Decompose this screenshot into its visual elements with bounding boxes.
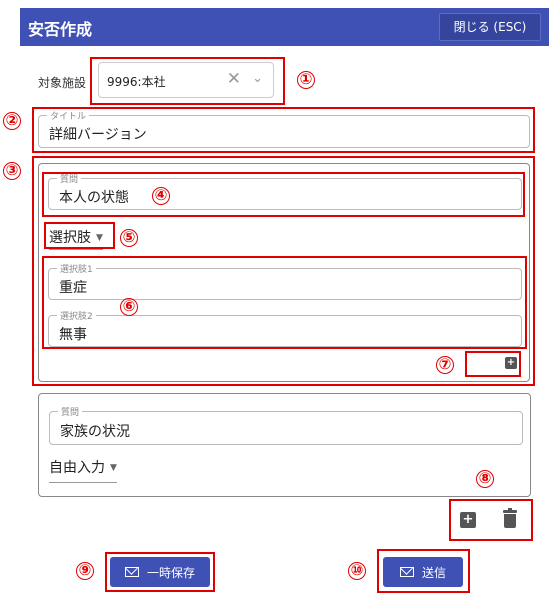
title-field-label: タイトル — [47, 109, 90, 122]
marker-box-6 — [42, 256, 527, 349]
marker-box-4 — [42, 172, 525, 217]
caret-down-icon: ▼ — [110, 463, 117, 473]
question-field-2[interactable]: 質問 家族の状況 — [49, 405, 523, 445]
delete-icon[interactable] — [503, 508, 517, 528]
marker-1: ① — [297, 71, 315, 89]
marker-6: ⑥ — [120, 298, 138, 316]
close-button[interactable]: 閉じる (ESC) — [439, 13, 541, 41]
add-question-icon[interactable]: + — [460, 512, 476, 528]
title-field[interactable]: タイトル 詳細バージョン — [38, 109, 530, 148]
marker-8: ⑧ — [476, 470, 494, 488]
marker-3: ③ — [3, 162, 21, 180]
temporary-save-label: 一時保存 — [146, 565, 195, 580]
send-button[interactable]: 送信 — [383, 557, 463, 587]
marker-box-7 — [465, 351, 521, 377]
marker-box-5 — [44, 222, 115, 249]
app-header: 安否作成 閉じる (ESC) — [20, 8, 549, 46]
answer-type-value: 自由入力 — [49, 460, 105, 476]
facility-label: 対象施設 — [38, 76, 87, 90]
marker-4: ④ — [152, 187, 170, 205]
title-field-value: 詳細バージョン — [49, 127, 147, 143]
marker-10: ⑩ — [348, 562, 366, 580]
temporary-save-button[interactable]: 一時保存 — [110, 557, 210, 587]
page-title: 安否作成 — [28, 20, 93, 39]
answer-type-select-2[interactable]: 自由入力 ▼ — [49, 457, 117, 483]
mail-icon — [399, 567, 414, 577]
question-card-2: 質問 家族の状況 自由入力 ▼ — [38, 393, 531, 497]
question-field-value: 家族の状況 — [60, 424, 130, 440]
marker-7: ⑦ — [436, 356, 454, 374]
send-label: 送信 — [421, 565, 446, 580]
question-field-label: 質問 — [58, 405, 83, 418]
marker-box-1 — [90, 57, 285, 105]
marker-5: ⑤ — [120, 229, 138, 247]
marker-2: ② — [3, 112, 21, 130]
marker-9: ⑨ — [76, 562, 94, 580]
mail-icon — [124, 567, 139, 577]
